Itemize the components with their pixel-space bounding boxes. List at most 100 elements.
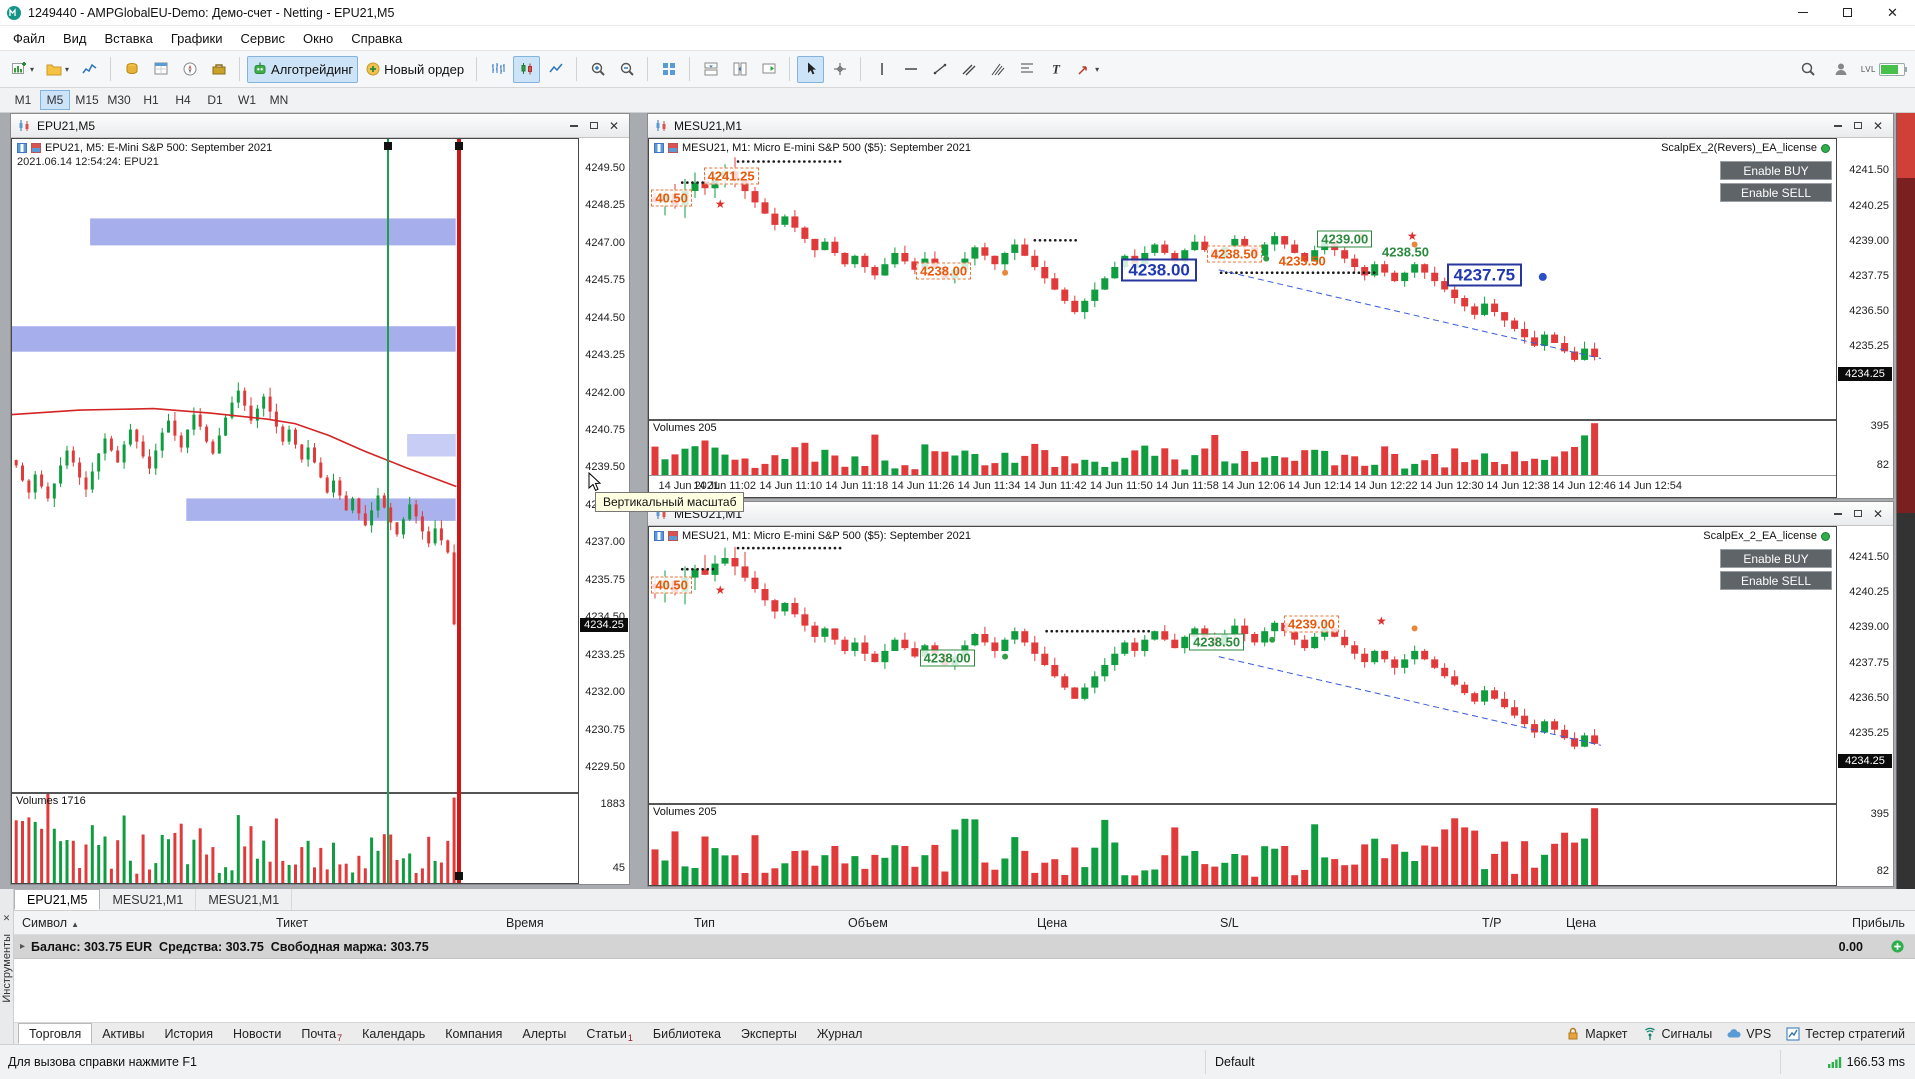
zoom-out-button[interactable] [613,56,640,83]
window-titlebar[interactable]: 1249440 - AMPGlobalEU-Demo: Демо-счет - … [0,0,1915,26]
tick-chart-button[interactable] [76,56,103,83]
column-header[interactable]: Объем [848,916,888,930]
column-header[interactable]: Прибыль [1852,916,1905,930]
market-button[interactable]: Маркет [1565,1026,1628,1042]
arrange-vertical-button[interactable] [697,56,724,83]
tile-windows-button[interactable] [655,56,682,83]
balance-row[interactable]: ▸ Баланс: 303.75 EUR Средства: 303.75 Св… [14,935,1915,959]
toolbox-close-icon[interactable]: ✕ [3,913,11,924]
timeframe-h1[interactable]: H1 [136,90,166,110]
chart-close-button[interactable]: ✕ [604,117,624,135]
column-header[interactable]: Символ ▲ [22,916,79,930]
close-button[interactable]: ✕ [1870,0,1915,25]
search-button[interactable] [1795,56,1822,83]
trendline-button[interactable] [926,56,953,83]
objects-button[interactable]: ▾ [1071,56,1104,83]
menu-item[interactable]: Сервис [232,26,295,50]
vps-button[interactable]: VPS [1726,1026,1771,1042]
toolbox-tab-торговля[interactable]: Торговля [18,1023,93,1044]
menu-item[interactable]: Справка [342,26,411,50]
vertical-line-button[interactable] [868,56,895,83]
toolbox-tab-компания[interactable]: Компания [435,1023,512,1044]
object-handle[interactable] [383,142,392,150]
arrange-horizontal-button[interactable] [726,56,753,83]
object-handle[interactable] [454,872,463,880]
equidistant-channel-button[interactable] [955,56,982,83]
chart-plot-area[interactable]: EPU21, M5: E-Mini S&P 500: September 202… [11,138,579,884]
column-header[interactable]: Тикет [276,916,308,930]
toolbox-tab-почта[interactable]: Почта 7 [291,1023,352,1044]
timeframe-m15[interactable]: M15 [72,90,102,110]
column-header[interactable]: S/L [1220,916,1239,930]
chart-close-button[interactable]: ✕ [1868,505,1888,523]
toolbox-tab-библиотека[interactable]: Библиотека [643,1023,731,1044]
chart-window-epu21-m5[interactable]: EPU21,M5 ✕ EPU21, M5: E-Mini S&P 500: Se… [10,113,630,885]
chart-restore-button[interactable] [1848,505,1868,523]
timeframe-d1[interactable]: D1 [200,90,230,110]
enable-sell-button[interactable]: Enable SELL [1720,183,1832,202]
menu-item[interactable]: Вставка [96,26,162,50]
chart-window-titlebar[interactable]: MESU21,M1 ✕ [648,502,1893,526]
chart-minimize-button[interactable] [1828,505,1848,523]
timeframe-mn[interactable]: MN [264,90,294,110]
market-watch-button[interactable] [118,56,145,83]
crosshair-button[interactable] [826,56,853,83]
chart-tab[interactable]: MESU21,M1 [100,889,197,910]
signals-button[interactable]: Сигналы [1642,1026,1712,1042]
chart-tab[interactable]: EPU21,M5 [14,889,101,910]
minimize-button[interactable] [1780,0,1825,25]
line-chart-button[interactable] [542,56,569,83]
chart-restore-button[interactable] [584,117,604,135]
fibonacci-button[interactable] [1013,56,1040,83]
chart-shift-button[interactable] [755,56,782,83]
volume-pane[interactable]: Volumes 205 [649,803,1836,885]
andrews-pitchfork-button[interactable] [984,56,1011,83]
algo-trading-button[interactable]: Алготрейдинг [247,55,359,83]
add-order-icon[interactable] [1890,939,1905,954]
enable-sell-button[interactable]: Enable SELL [1720,571,1832,590]
orders-table-body[interactable] [14,959,1915,1022]
column-header[interactable]: T/P [1482,916,1501,930]
enable-buy-button[interactable]: Enable BUY [1720,161,1832,180]
chart-tab[interactable]: MESU21,M1 [196,889,293,910]
menu-item[interactable]: Файл [4,26,54,50]
column-header[interactable]: Время [506,916,544,930]
expand-icon[interactable]: ▸ [20,941,25,952]
account-button[interactable] [1828,56,1855,83]
time-scale[interactable]: 14 Jun 2021 14 Jun 11:02 14 Jun 11:10 14 Ju… [649,475,1836,497]
cursor-button[interactable] [797,55,825,83]
timeframe-m30[interactable]: M30 [104,90,134,110]
toolbox-tab-алерты[interactable]: Алерты [512,1023,576,1044]
toolbox-button[interactable] [205,56,232,83]
menu-item[interactable]: Графики [162,26,232,50]
text-tool-button[interactable]: T [1042,56,1069,83]
toolbox-tab-активы[interactable]: Активы [92,1023,154,1044]
timeframe-m1[interactable]: M1 [8,90,38,110]
maximize-button[interactable] [1825,0,1870,25]
vertical-line-object[interactable] [456,139,461,883]
chart-restore-button[interactable] [1848,117,1868,135]
chart-minimize-button[interactable] [1828,117,1848,135]
profiles-button[interactable]: ▾ [41,56,74,83]
chart-plot-area[interactable]: MESU21, M1: Micro E-mini S&P 500 ($5): S… [648,526,1837,886]
navigator-button[interactable] [176,56,203,83]
volume-pane[interactable]: Volumes 205 [649,419,1836,475]
toolbox-tab-журнал[interactable]: Журнал [807,1023,873,1044]
menu-item[interactable]: Вид [54,26,96,50]
timeframe-w1[interactable]: W1 [232,90,262,110]
price-chart[interactable]: MESU21, M1: Micro E-mini S&P 500 ($5): S… [649,139,1836,419]
toolbox-tab-история[interactable]: История [155,1023,223,1044]
toolbox-tab-статьи[interactable]: Статьи 1 [576,1023,643,1044]
status-profile[interactable]: Default [1215,1055,1255,1069]
chart-plot-area[interactable]: MESU21, M1: Micro E-mini S&P 500 ($5): S… [648,138,1837,498]
zoom-in-button[interactable] [584,56,611,83]
new-chart-button[interactable]: ▾ [6,56,39,83]
vertical-line-object[interactable] [386,139,389,883]
chart-window-titlebar[interactable]: EPU21,M5 ✕ [11,114,629,138]
volume-pane[interactable]: Volumes 1716 [12,792,578,883]
toolbox-tab-эксперты[interactable]: Эксперты [731,1023,807,1044]
price-chart[interactable]: EPU21, M5: E-Mini S&P 500: September 202… [12,139,578,792]
toolbox-tab-новости[interactable]: Новости [223,1023,291,1044]
menu-item[interactable]: Окно [294,26,342,50]
timeframe-h4[interactable]: H4 [168,90,198,110]
